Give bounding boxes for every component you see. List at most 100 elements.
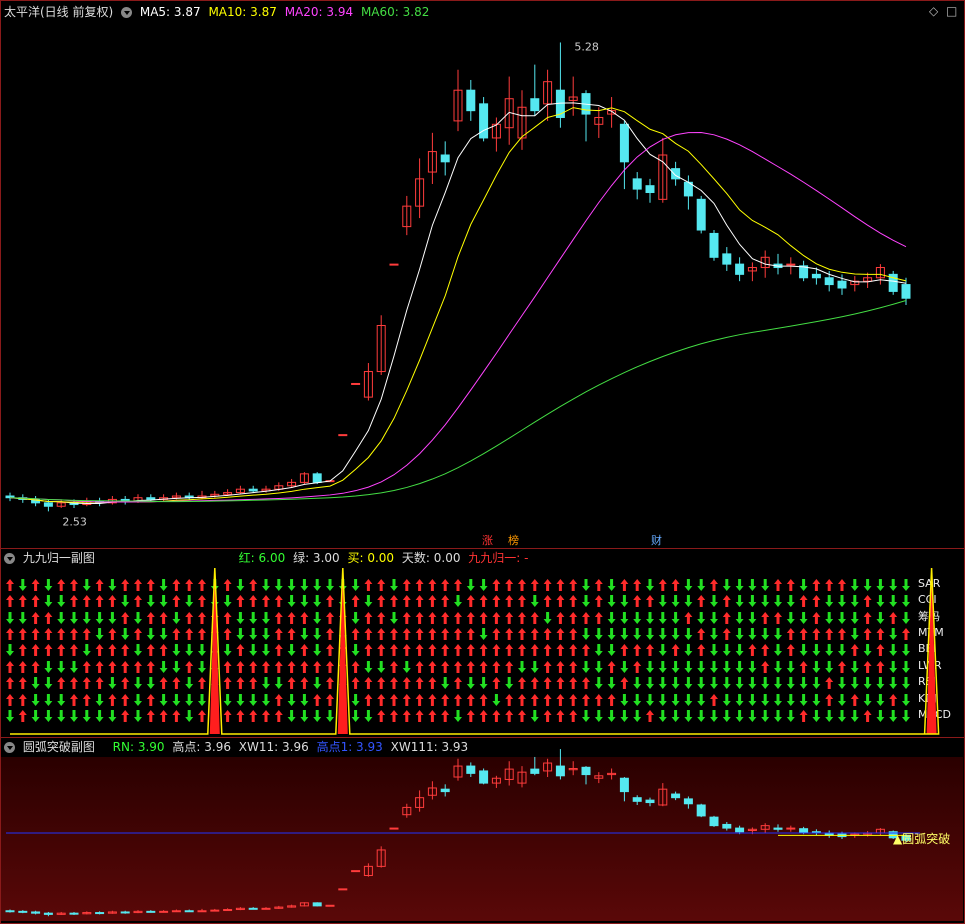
down-arrow-icon (722, 661, 731, 673)
down-arrow-icon (108, 612, 117, 624)
up-arrow-icon (415, 579, 424, 591)
up-arrow-icon (6, 595, 14, 607)
down-arrow-icon (684, 661, 693, 673)
down-arrow-icon (671, 661, 680, 673)
down-arrow-icon (671, 710, 680, 722)
up-arrow-icon (274, 694, 283, 706)
down-arrow-icon (620, 628, 629, 640)
up-arrow-icon (300, 612, 309, 624)
up-arrow-icon (633, 644, 642, 656)
down-arrow-icon (774, 628, 782, 640)
down-arrow-icon (825, 661, 834, 673)
up-arrow-icon (543, 628, 552, 640)
down-arrow-icon (31, 694, 40, 706)
down-arrow-icon (902, 595, 910, 607)
down-arrow-icon (761, 710, 770, 722)
sub-candle (351, 870, 361, 873)
down-arrow-icon (722, 710, 731, 722)
up-arrow-icon (492, 677, 501, 689)
up-arrow-icon (697, 644, 706, 656)
down-arrow-icon (735, 612, 744, 624)
down-arrow-icon (902, 612, 910, 624)
up-arrow-icon (428, 694, 437, 706)
down-arrow-icon (761, 694, 770, 706)
up-arrow-icon (722, 612, 731, 624)
up-arrow-icon (70, 644, 78, 656)
up-arrow-icon (889, 694, 898, 706)
up-arrow-icon (236, 644, 245, 656)
up-arrow-icon (313, 661, 322, 673)
down-arrow-icon (300, 628, 309, 640)
down-arrow-icon (748, 661, 757, 673)
up-arrow-icon (646, 644, 654, 656)
down-arrow-icon (684, 710, 693, 722)
sub-candle (223, 909, 233, 912)
down-arrow-icon (889, 579, 898, 591)
up-arrow-icon (646, 710, 654, 722)
down-arrow-icon (735, 628, 744, 640)
up-arrow-icon (428, 677, 437, 689)
down-arrow-icon (236, 694, 245, 706)
up-arrow-icon (454, 612, 462, 624)
down-arrow-icon (313, 579, 322, 591)
up-arrow-icon (863, 661, 872, 673)
up-arrow-icon (799, 710, 808, 722)
up-arrow-icon (543, 595, 552, 607)
up-arrow-icon (761, 612, 770, 624)
up-arrow-icon (492, 710, 501, 722)
up-arrow-icon (518, 694, 526, 706)
down-arrow-icon (249, 694, 258, 706)
up-arrow-icon (82, 595, 91, 607)
up-arrow-icon (633, 595, 642, 607)
up-arrow-icon (505, 644, 514, 656)
down-arrow-icon (799, 579, 808, 591)
sub-candle (735, 827, 745, 833)
down-arrow-icon (543, 612, 552, 624)
up-arrow-icon (556, 710, 565, 722)
up-arrow-icon (710, 579, 718, 591)
down-arrow-icon (658, 710, 667, 722)
up-arrow-icon (441, 710, 450, 722)
up-arrow-icon (479, 612, 488, 624)
up-arrow-icon (172, 710, 181, 722)
down-arrow-icon (185, 644, 194, 656)
down-arrow-icon (492, 694, 501, 706)
up-arrow-icon (543, 710, 552, 722)
up-arrow-icon (415, 595, 424, 607)
up-arrow-icon (479, 661, 488, 673)
up-arrow-icon (530, 579, 539, 591)
down-arrow-icon (850, 612, 859, 624)
sub-candle (248, 907, 258, 910)
down-arrow-icon (70, 710, 78, 722)
up-arrow-icon (428, 644, 437, 656)
down-arrow-icon (159, 694, 168, 706)
down-arrow-icon (479, 628, 488, 640)
up-arrow-icon (57, 628, 66, 640)
up-arrow-icon (262, 710, 270, 722)
down-arrow-icon (6, 710, 14, 722)
down-arrow-icon (697, 694, 706, 706)
sub-candle (786, 827, 796, 830)
sub-candle (530, 768, 540, 774)
down-arrow-icon (95, 694, 104, 706)
down-arrow-icon (722, 694, 731, 706)
high-price-label: 5.28 (574, 40, 599, 53)
down-arrow-icon (876, 612, 885, 624)
down-arrow-icon (31, 677, 40, 689)
chart-canvas[interactable]: 5.28 2.53 涨 榜 财 ▲圆弧突破 (0, 0, 965, 924)
down-arrow-icon (594, 710, 603, 722)
up-arrow-icon (505, 579, 514, 591)
down-arrow-icon (761, 579, 770, 591)
down-arrow-icon (838, 677, 846, 689)
down-arrow-icon (146, 677, 155, 689)
down-arrow-icon (223, 694, 232, 706)
down-arrow-icon (518, 661, 526, 673)
up-arrow-icon (428, 595, 437, 607)
down-arrow-icon (774, 661, 782, 673)
up-arrow-icon (492, 628, 501, 640)
up-arrow-icon (326, 595, 334, 607)
main-candle (338, 434, 348, 437)
sub-candle (171, 910, 181, 913)
up-arrow-icon (82, 677, 91, 689)
down-arrow-icon (876, 677, 885, 689)
